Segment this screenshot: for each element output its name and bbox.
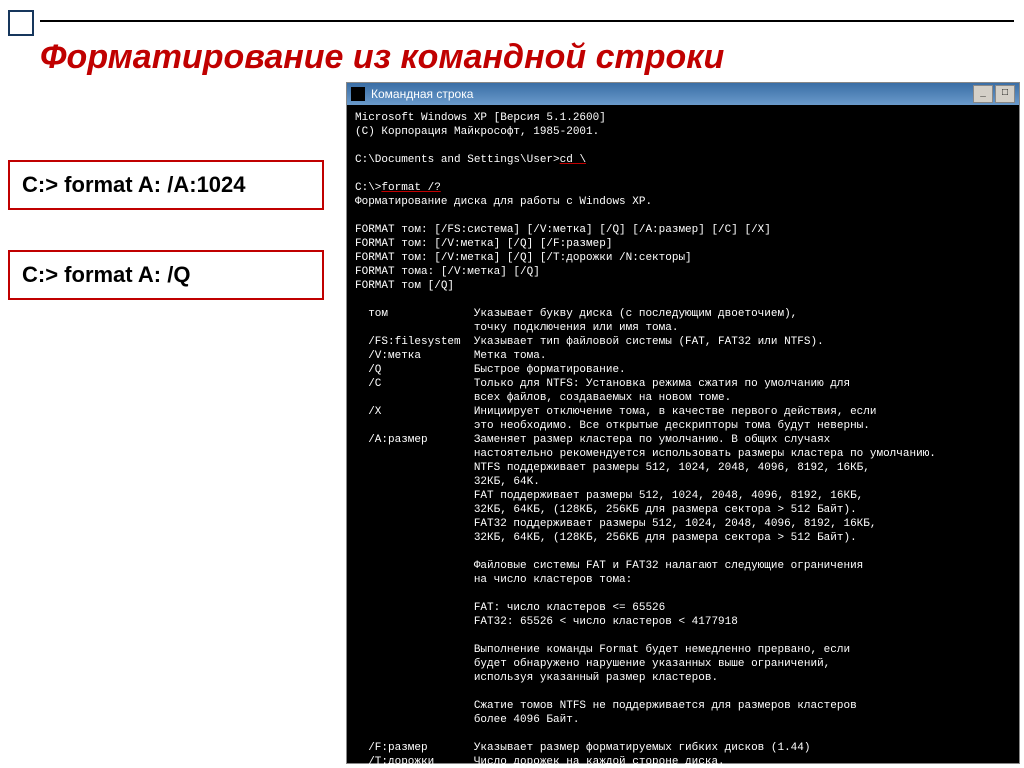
output-line: FORMAT том [/Q] — [355, 280, 454, 292]
user-command: cd \ — [560, 154, 586, 166]
example-command-2: C:> format A: /Q — [8, 250, 324, 300]
output-line: точку подключения или имя тома. — [355, 322, 678, 334]
output-line: используя указанный размер кластеров. — [355, 672, 718, 684]
slide-bullet-decoration — [8, 10, 34, 36]
output-line: /A:размер Заменяет размер кластера по ум… — [355, 434, 830, 446]
terminal-output: Microsoft Windows XP [Версия 5.1.2600] (… — [347, 105, 1019, 768]
output-line: будет обнаружено нарушение указанных выш… — [355, 658, 830, 670]
window-controls: _ □ — [973, 85, 1015, 103]
output-line: на число кластеров тома: — [355, 574, 632, 586]
output-line: FAT32 поддерживает размеры 512, 1024, 20… — [355, 518, 877, 530]
user-command: format /? — [381, 182, 440, 194]
output-line: Форматирование диска для работы с Window… — [355, 196, 652, 208]
output-line: FORMAT том: [/FS:система] [/V:метка] [/Q… — [355, 224, 771, 236]
output-line: FORMAT том: [/V:метка] [/Q] [/T:дорожки … — [355, 252, 692, 264]
titlebar[interactable]: Командная строка _ □ — [347, 83, 1019, 105]
output-line: 32КБ, 64КБ, (128КБ, 256КБ для размера се… — [355, 504, 857, 516]
output-line: /V:метка Метка тома. — [355, 350, 546, 362]
output-line: NTFS поддерживает размеры 512, 1024, 204… — [355, 462, 870, 474]
output-line: 32КБ, 64K. — [355, 476, 540, 488]
output-line: FAT: число кластеров <= 65526 — [355, 602, 665, 614]
output-line: /Q Быстрое форматирование. — [355, 364, 626, 376]
output-line: C:\Documents and Settings\User> — [355, 154, 560, 166]
output-line: 32КБ, 64КБ, (128КБ, 256КБ для размера се… — [355, 532, 857, 544]
output-line: C:\> — [355, 182, 381, 194]
output-line: /T:дорожки Число дорожек на каждой сторо… — [355, 756, 725, 768]
output-line: всех файлов, создаваемых на новом томе. — [355, 392, 731, 404]
output-line: /FS:filesystem Указывает тип файловой си… — [355, 336, 824, 348]
example-command-1: C:> format A: /A:1024 — [8, 160, 324, 210]
output-line: /F:размер Указывает размер форматируемых… — [355, 742, 810, 754]
output-line: /X Инициирует отключение тома, в качеств… — [355, 406, 877, 418]
output-line: (C) Корпорация Майкрософт, 1985-2001. — [355, 126, 599, 138]
output-line: FAT поддерживает размеры 512, 1024, 2048… — [355, 490, 863, 502]
output-line: настоятельно рекомендуется использовать … — [355, 448, 936, 460]
output-line: Microsoft Windows XP [Версия 5.1.2600] — [355, 112, 606, 124]
output-line: FAT32: 65526 < число кластеров < 4177918 — [355, 616, 738, 628]
minimize-button[interactable]: _ — [973, 85, 993, 103]
slide-title: Форматирование из командной строки — [40, 38, 724, 77]
window-title: Командная строка — [371, 87, 973, 101]
cmd-icon — [351, 87, 365, 101]
output-line: FORMAT том: [/V:метка] [/Q] [/F:размер] — [355, 238, 612, 250]
output-line: более 4096 Байт. — [355, 714, 579, 726]
output-line: Файловые системы FAT и FAT32 налагают сл… — [355, 560, 863, 572]
output-line: Выполнение команды Format будет немедлен… — [355, 644, 850, 656]
output-line: том Указывает букву диска (с последующим… — [355, 308, 797, 320]
output-line: FORMAT тома: [/V:метка] [/Q] — [355, 266, 540, 278]
maximize-button[interactable]: □ — [995, 85, 1015, 103]
output-line: Сжатие томов NTFS не поддерживается для … — [355, 700, 857, 712]
command-prompt-window: Командная строка _ □ Microsoft Windows X… — [346, 82, 1020, 764]
horizontal-rule — [40, 20, 1014, 22]
output-line: /C Только для NTFS: Установка режима сжа… — [355, 378, 850, 390]
output-line: это необходимо. Все открытые дескрипторы… — [355, 420, 870, 432]
